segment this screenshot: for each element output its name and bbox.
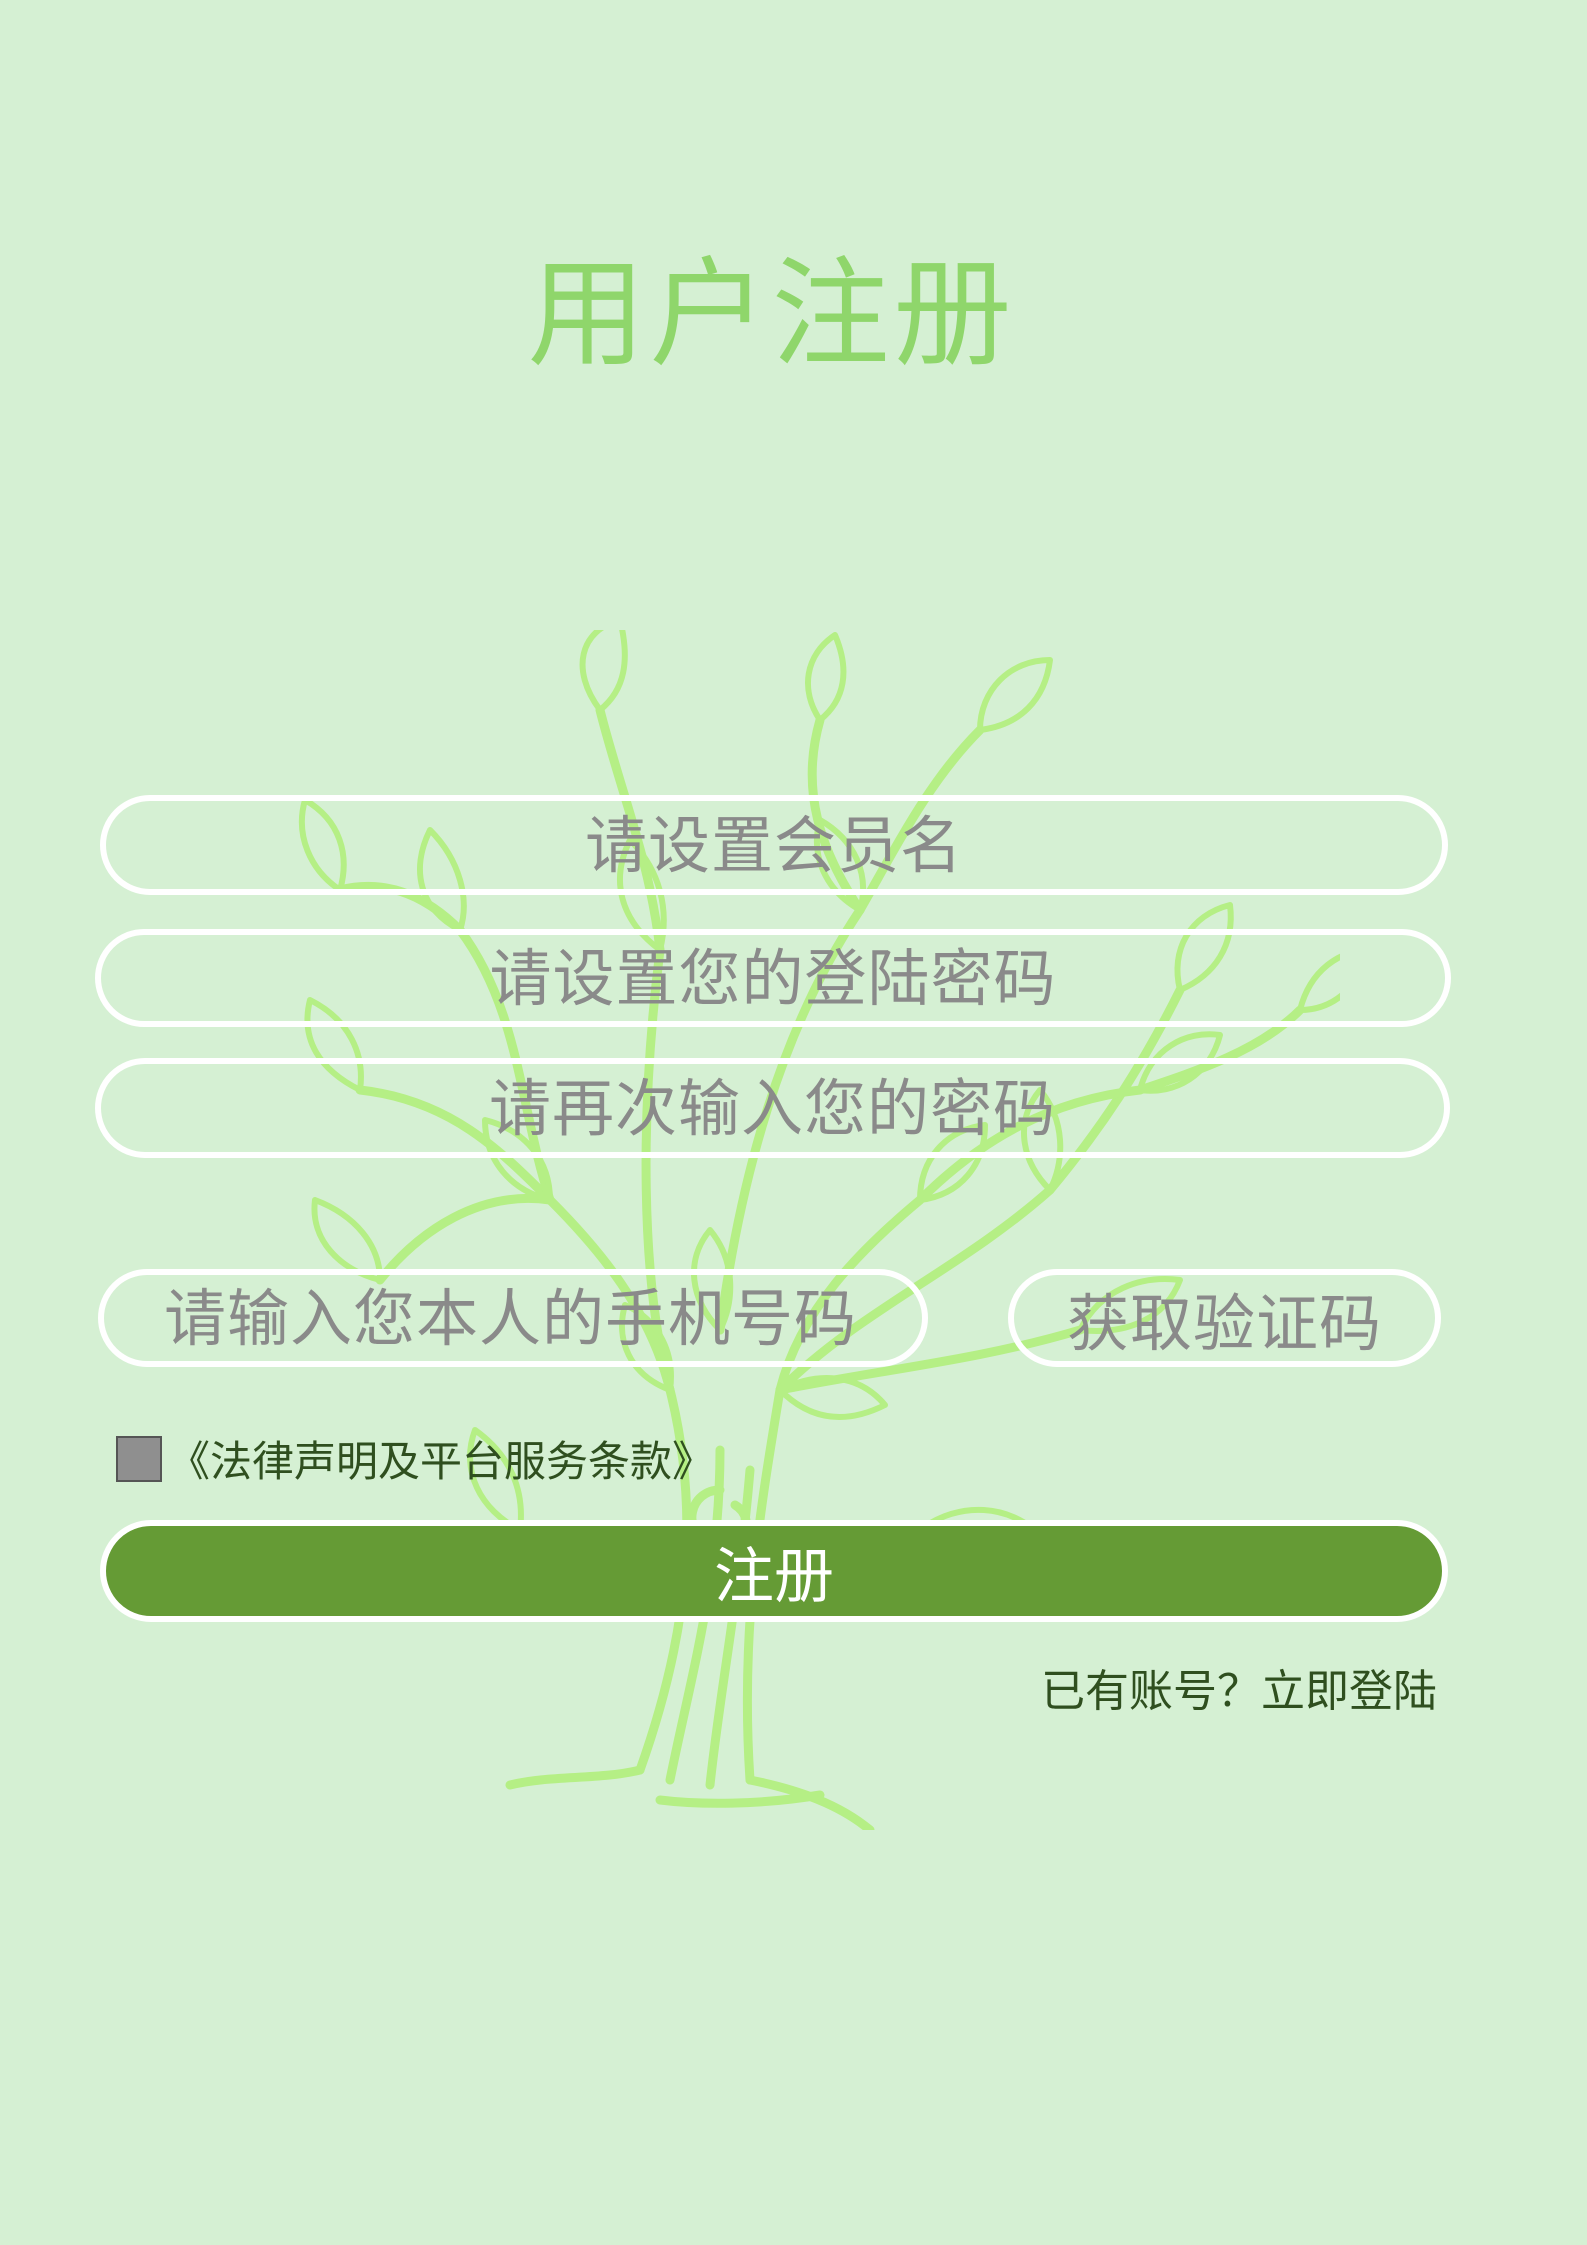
get-code-button[interactable]: 获取验证码 (1008, 1269, 1441, 1367)
register-button[interactable]: 注册 (100, 1520, 1448, 1622)
username-input[interactable] (100, 795, 1448, 895)
phone-input[interactable] (98, 1269, 928, 1367)
terms-link[interactable]: 《法律声明及平台服务条款》 (168, 1428, 714, 1489)
login-link[interactable]: 已有账号？立即登陆 (1041, 1655, 1437, 1719)
password-input[interactable] (95, 929, 1451, 1027)
terms-agreement: 《法律声明及平台服务条款》 (116, 1428, 714, 1489)
page-title: 用户注册 (527, 245, 1016, 383)
confirm-password-input[interactable] (95, 1058, 1450, 1158)
terms-checkbox[interactable] (116, 1435, 162, 1482)
